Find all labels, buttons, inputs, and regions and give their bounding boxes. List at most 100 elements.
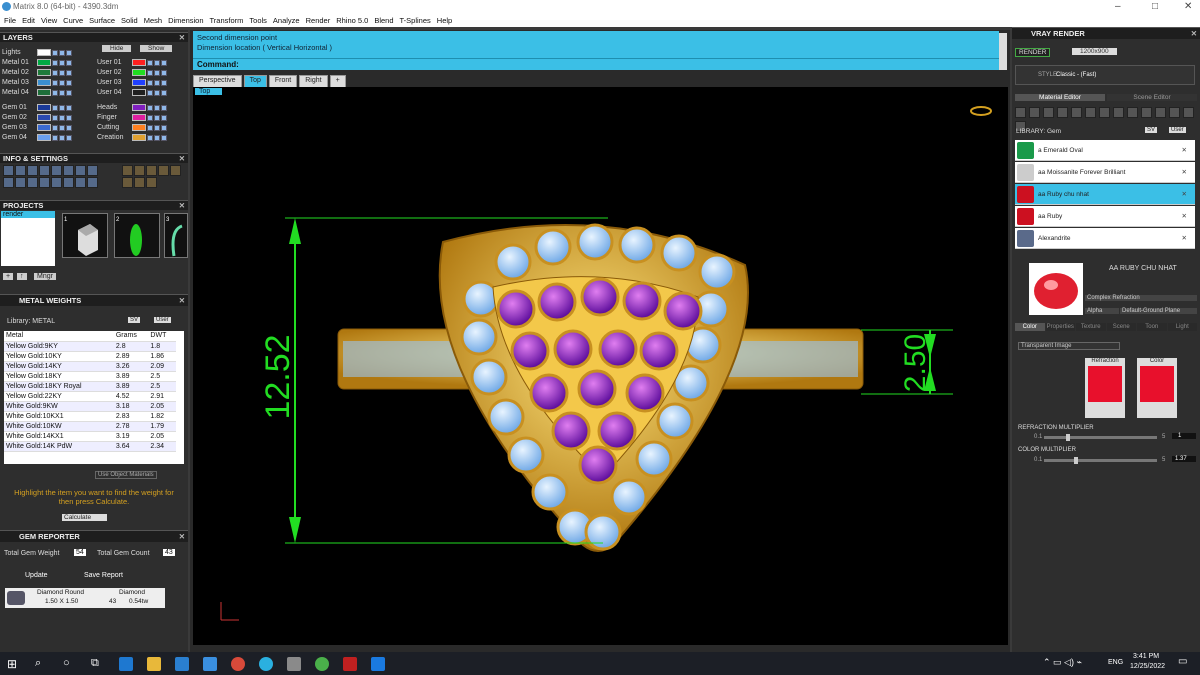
render-icon[interactable] bbox=[66, 89, 72, 96]
tray-icons[interactable]: ⌃ ▭ ◁) ⌁ bbox=[1043, 657, 1082, 668]
table-row[interactable]: White Gold:9KW 3.18 2.05 bbox=[4, 401, 176, 412]
lock-icon[interactable] bbox=[147, 114, 153, 121]
close-icon[interactable]: ✕ bbox=[179, 201, 185, 211]
eye-icon[interactable] bbox=[59, 89, 65, 96]
material-tool-icon[interactable] bbox=[1057, 107, 1068, 118]
up-project-button[interactable]: ↑ bbox=[17, 273, 27, 280]
project-thumb-2[interactable]: 2 bbox=[114, 213, 160, 258]
lock-icon[interactable] bbox=[147, 134, 153, 141]
render-icon[interactable] bbox=[66, 49, 72, 56]
search-icon[interactable]: ⌕ bbox=[35, 657, 49, 671]
user-toggle[interactable]: User bbox=[154, 317, 171, 323]
layer-color-swatch[interactable] bbox=[37, 69, 51, 76]
tool-icon[interactable] bbox=[170, 165, 181, 176]
texture-select[interactable]: Transparent Image bbox=[1018, 342, 1120, 350]
app-icon[interactable] bbox=[259, 656, 273, 671]
layer-row[interactable]: Finger bbox=[97, 113, 187, 122]
layer-row[interactable]: User 03 bbox=[97, 78, 187, 87]
eye-icon[interactable] bbox=[59, 59, 65, 66]
layer-row[interactable]: Metal 02 bbox=[2, 68, 92, 77]
menu-help[interactable]: Help bbox=[437, 16, 452, 25]
lock-icon[interactable] bbox=[52, 134, 58, 141]
material-tool-icon[interactable] bbox=[1043, 107, 1054, 118]
layer-color-swatch[interactable] bbox=[132, 69, 146, 76]
remove-icon[interactable]: ✕ bbox=[1182, 146, 1187, 154]
lock-icon[interactable] bbox=[147, 104, 153, 111]
layer-color-swatch[interactable] bbox=[132, 124, 146, 131]
refraction-swatch[interactable]: Refraction bbox=[1085, 358, 1125, 418]
calculate-button[interactable]: Calculate bbox=[62, 514, 108, 521]
layer-row[interactable]: Gem 04 bbox=[2, 133, 92, 142]
render-icon[interactable] bbox=[66, 59, 72, 66]
render-icon[interactable] bbox=[66, 104, 72, 111]
close-icon[interactable]: ✕ bbox=[179, 295, 185, 307]
ground-plane[interactable]: Default-Ground Plane bbox=[1120, 308, 1197, 314]
material-item[interactable]: Alexandrite ✕ bbox=[1015, 228, 1195, 249]
layer-row[interactable]: Cutting bbox=[97, 123, 187, 132]
maximize-button[interactable]: □ bbox=[1152, 1, 1158, 12]
close-icon[interactable]: ✕ bbox=[1191, 28, 1197, 40]
tool-icon[interactable] bbox=[63, 177, 74, 188]
table-row[interactable]: Yellow Gold:9KY 2.8 1.8 bbox=[4, 341, 176, 352]
language-indicator[interactable]: ENG bbox=[1108, 659, 1123, 666]
layer-row[interactable]: Metal 03 bbox=[2, 78, 92, 87]
material-tool-icon[interactable] bbox=[1071, 107, 1082, 118]
save-report-button[interactable]: Save Report bbox=[84, 572, 123, 579]
material-tool-icon[interactable] bbox=[1141, 107, 1152, 118]
add-project-button[interactable]: + bbox=[3, 273, 14, 280]
eye-icon[interactable] bbox=[59, 69, 65, 76]
lock-icon[interactable] bbox=[147, 59, 153, 66]
remove-icon[interactable]: ✕ bbox=[1182, 212, 1187, 220]
tab-front[interactable]: Front bbox=[268, 75, 298, 87]
eye-icon[interactable] bbox=[154, 124, 160, 131]
layer-color-swatch[interactable] bbox=[37, 59, 51, 66]
lock-icon[interactable] bbox=[147, 79, 153, 86]
lock-icon[interactable] bbox=[147, 124, 153, 131]
slider-thumb[interactable] bbox=[1074, 457, 1078, 464]
lock-icon[interactable] bbox=[52, 49, 58, 56]
eye-icon[interactable] bbox=[59, 114, 65, 121]
table-row[interactable]: Yellow Gold:14KY 3.26 2.09 bbox=[4, 361, 176, 372]
lock-icon[interactable] bbox=[52, 89, 58, 96]
mail-icon[interactable] bbox=[203, 656, 217, 671]
eye-icon[interactable] bbox=[59, 134, 65, 141]
clock[interactable]: 3:41 PM bbox=[1133, 653, 1159, 660]
alpha-field[interactable]: Alpha bbox=[1085, 308, 1119, 314]
tab-top[interactable]: Top bbox=[243, 75, 267, 87]
zalo-icon[interactable] bbox=[371, 656, 385, 671]
command-scrollbar[interactable] bbox=[999, 33, 1007, 70]
project-thumb-3[interactable]: 3 bbox=[164, 213, 188, 258]
material-tool-icon[interactable] bbox=[1015, 107, 1026, 118]
layer-row[interactable]: User 01 bbox=[97, 58, 187, 67]
color-value-field[interactable]: 1.37 bbox=[1172, 456, 1196, 462]
cortana-icon[interactable]: ○ bbox=[63, 657, 77, 671]
tool-icon[interactable] bbox=[87, 177, 98, 188]
matrix-icon[interactable] bbox=[287, 656, 301, 671]
tab-scene-editor[interactable]: Scene Editor bbox=[1107, 94, 1197, 101]
subtab-properties[interactable]: Properties bbox=[1045, 323, 1075, 331]
material-tool-icon[interactable] bbox=[1029, 107, 1040, 118]
layer-color-swatch[interactable] bbox=[37, 89, 51, 96]
render-icon[interactable] bbox=[161, 134, 167, 141]
eye-icon[interactable] bbox=[154, 79, 160, 86]
remove-icon[interactable]: ✕ bbox=[1182, 234, 1187, 242]
layer-row[interactable]: Metal 04 bbox=[2, 88, 92, 97]
layer-row[interactable]: Metal 01 bbox=[2, 58, 92, 67]
tab-material-editor[interactable]: Material Editor bbox=[1015, 94, 1105, 101]
show-button[interactable]: Show bbox=[140, 45, 173, 52]
tool-icon[interactable] bbox=[27, 165, 38, 176]
render-icon[interactable] bbox=[161, 79, 167, 86]
menu-analyze[interactable]: Analyze bbox=[273, 16, 300, 25]
menu-solid[interactable]: Solid bbox=[121, 16, 138, 25]
layer-row[interactable]: Creation bbox=[97, 133, 187, 142]
menu-view[interactable]: View bbox=[41, 16, 57, 25]
render-icon[interactable] bbox=[161, 124, 167, 131]
app-icon[interactable] bbox=[315, 656, 329, 671]
projects-list[interactable]: render bbox=[1, 211, 55, 266]
lock-icon[interactable] bbox=[52, 69, 58, 76]
manager-button[interactable]: Mngr bbox=[34, 273, 56, 280]
render-icon[interactable] bbox=[66, 114, 72, 121]
layer-row[interactable]: User 02 bbox=[97, 68, 187, 77]
tool-icon[interactable] bbox=[122, 165, 133, 176]
hide-button[interactable]: Hide bbox=[102, 45, 132, 52]
